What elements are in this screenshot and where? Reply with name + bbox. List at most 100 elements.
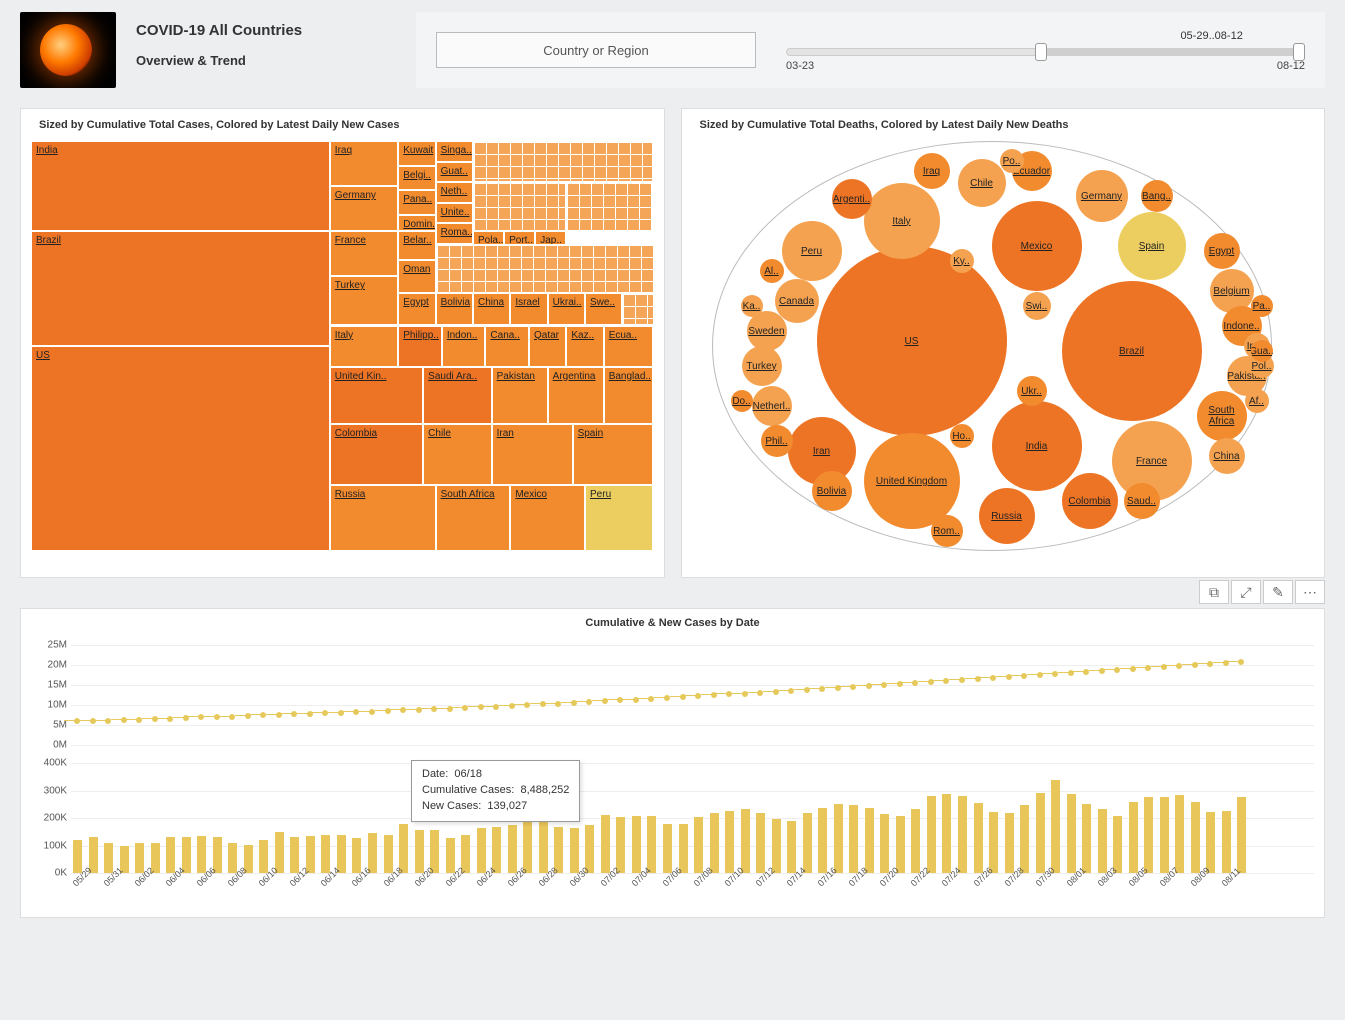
bubble-cell[interactable]: Do..	[731, 390, 753, 412]
bar[interactable]	[1144, 797, 1153, 873]
treemap-cell-minor[interactable]	[566, 182, 653, 231]
bar[interactable]	[446, 838, 455, 873]
bar[interactable]	[523, 821, 532, 873]
bar[interactable]	[1129, 802, 1138, 873]
bar[interactable]	[911, 809, 920, 873]
treemap-cell[interactable]: Kaz..	[566, 326, 603, 367]
bubble-cell[interactable]: Bolivia	[812, 471, 852, 511]
treemap-cell[interactable]: Ecua..	[604, 326, 654, 367]
bar[interactable]	[1020, 805, 1029, 873]
bubble-cell[interactable]: Spain	[1118, 212, 1186, 280]
bar[interactable]	[787, 821, 796, 873]
bubble-cell[interactable]: Germany	[1076, 170, 1128, 222]
bar[interactable]	[1036, 793, 1045, 873]
bar[interactable]	[663, 824, 672, 874]
bubble-cell[interactable]: South Africa	[1197, 391, 1247, 441]
bar[interactable]	[989, 812, 998, 873]
bar[interactable]	[647, 816, 656, 873]
bar[interactable]	[477, 828, 486, 873]
bar[interactable]	[213, 837, 222, 873]
bar[interactable]	[601, 815, 610, 873]
treemap-cell[interactable]: Qatar	[529, 326, 566, 367]
bar[interactable]	[834, 804, 843, 873]
treemap-cell[interactable]: Pana..	[398, 190, 435, 215]
bar[interactable]	[896, 816, 905, 873]
treemap-cell[interactable]: Kuwait	[398, 141, 435, 166]
edit-icon[interactable]: ✎	[1263, 580, 1293, 604]
treemap-cell[interactable]: Neth..	[436, 182, 473, 203]
slider-thumb-right[interactable]	[1293, 43, 1305, 61]
treemap-cell[interactable]: United Kin..	[330, 367, 423, 424]
bar[interactable]	[772, 819, 781, 873]
bar[interactable]	[927, 796, 936, 873]
bubble-cell[interactable]: Colombia	[1062, 473, 1118, 529]
treemap-cell[interactable]: Guat..	[436, 162, 473, 183]
bar[interactable]	[1113, 816, 1122, 873]
treemap-cell[interactable]: Oman	[398, 260, 435, 293]
bar[interactable]	[756, 813, 765, 874]
bubble-cell[interactable]: Iraq	[914, 153, 950, 189]
treemap-chart[interactable]: IndiaBrazilUSIraqGermanyFranceTurkeyItal…	[31, 141, 654, 551]
bar[interactable]	[632, 816, 641, 873]
bar[interactable]	[275, 832, 284, 873]
bar[interactable]	[539, 821, 548, 873]
bubble-cell[interactable]: Swi..	[1023, 292, 1051, 320]
bubble-cell[interactable]: Ukr..	[1017, 376, 1047, 406]
date-range-slider[interactable]: 05-29..08-12 03-23 08-12	[786, 30, 1305, 70]
bubble-cell[interactable]: Sweden	[747, 311, 787, 351]
treemap-cell[interactable]: Cana..	[485, 326, 529, 367]
bar[interactable]	[73, 840, 82, 873]
bar[interactable]	[585, 825, 594, 873]
bubble-cell[interactable]: Mexico	[992, 201, 1082, 291]
bar[interactable]	[228, 843, 237, 873]
bar[interactable]	[368, 833, 377, 873]
bar[interactable]	[1098, 809, 1107, 873]
bar[interactable]	[1160, 797, 1169, 873]
treemap-cell-minor[interactable]	[473, 182, 566, 231]
bar[interactable]	[415, 830, 424, 873]
bar[interactable]	[182, 837, 191, 873]
bar[interactable]	[741, 809, 750, 873]
bar[interactable]	[321, 835, 330, 873]
bubble-cell[interactable]: Turkey	[742, 346, 782, 386]
bar[interactable]	[849, 805, 858, 873]
more-icon[interactable]: ⋯	[1295, 580, 1325, 604]
bar[interactable]	[974, 803, 983, 873]
treemap-cell[interactable]: Israel	[510, 293, 547, 326]
bar[interactable]	[1005, 813, 1014, 873]
bar[interactable]	[818, 808, 827, 873]
bar[interactable]	[384, 835, 393, 873]
bar[interactable]	[942, 794, 951, 873]
bubble-cell[interactable]: Egypt	[1204, 233, 1240, 269]
bar[interactable]	[492, 827, 501, 873]
bar[interactable]	[430, 830, 439, 873]
treemap-cell-minor[interactable]	[622, 293, 653, 326]
bubble-cell[interactable]: Argenti..	[832, 179, 872, 219]
bar[interactable]	[694, 817, 703, 873]
bar[interactable]	[803, 813, 812, 873]
bubble-cell[interactable]: Italy	[864, 183, 940, 259]
treemap-cell[interactable]: Egypt	[398, 293, 435, 326]
bar[interactable]	[197, 836, 206, 873]
detail-view-icon[interactable]: ⧉	[1199, 580, 1229, 604]
treemap-cell[interactable]: Chile	[423, 424, 491, 486]
treemap-cell-minor[interactable]	[473, 141, 654, 182]
treemap-cell[interactable]: Spain	[573, 424, 654, 486]
bubble-cell[interactable]: Ka..	[741, 295, 763, 317]
bubble-chart[interactable]: USBrazilIndiaMexicoUnited KingdomFranceI…	[692, 141, 1315, 556]
treemap-cell[interactable]: India	[31, 141, 330, 231]
treemap-cell[interactable]: Mexico	[510, 485, 585, 551]
treemap-cell[interactable]: Roma..	[436, 223, 473, 244]
bar[interactable]	[725, 811, 734, 873]
bubble-cell[interactable]: Bang..	[1141, 180, 1173, 212]
bubble-cell[interactable]: Ho..	[950, 424, 974, 448]
treemap-cell[interactable]: South Africa	[436, 485, 511, 551]
treemap-cell[interactable]: Peru	[585, 485, 653, 551]
bar[interactable]	[399, 824, 408, 874]
treemap-cell[interactable]: Colombia	[330, 424, 423, 486]
bar[interactable]	[710, 813, 719, 874]
bar[interactable]	[1082, 804, 1091, 873]
bar[interactable]	[352, 838, 361, 873]
bubble-cell[interactable]: Rom..	[931, 515, 963, 547]
treemap-cell[interactable]: Turkey	[330, 276, 398, 325]
